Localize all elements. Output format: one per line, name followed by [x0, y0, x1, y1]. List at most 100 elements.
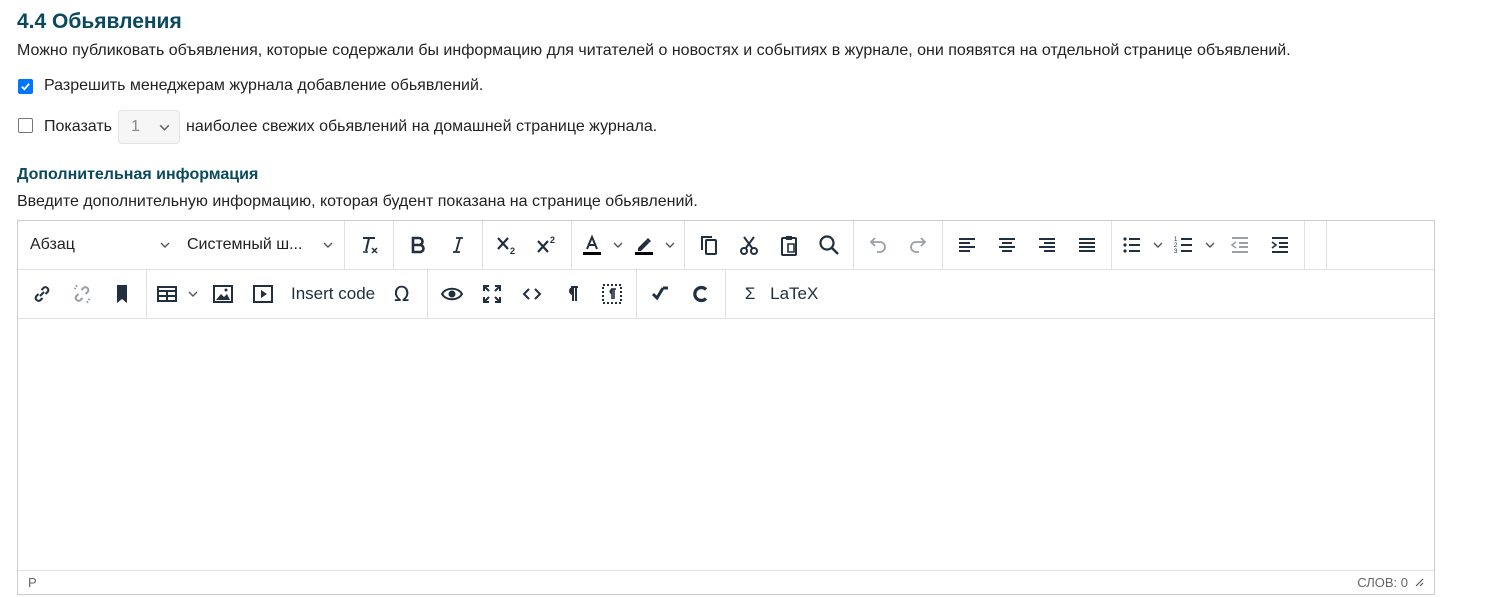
subscript-button[interactable]: 2	[487, 227, 527, 263]
indent-icon	[1271, 237, 1288, 253]
highlight-color-button[interactable]	[628, 227, 680, 263]
unlink-icon	[73, 284, 91, 304]
insert-code-button[interactable]: Insert code	[283, 276, 383, 312]
additional-info-title: Дополнительная информация	[17, 166, 259, 183]
recent-count-select[interactable]: 1	[118, 110, 181, 144]
chevron-down-icon	[160, 242, 170, 248]
c-letter-icon	[693, 285, 708, 303]
superscript-icon: 2	[537, 235, 555, 253]
align-left-button[interactable]	[947, 227, 987, 263]
show-recent-checkbox[interactable]	[18, 117, 33, 133]
table-icon	[157, 286, 177, 302]
bold-button[interactable]	[398, 227, 438, 263]
indent-button[interactable]	[1260, 227, 1300, 263]
code-icon	[522, 288, 542, 300]
bullet-list-icon	[1123, 237, 1140, 253]
special-character-button[interactable]: Ω	[383, 276, 423, 312]
bold-icon	[411, 236, 425, 254]
blocks-dropdown[interactable]: Абзац	[18, 227, 181, 263]
font-family-dropdown[interactable]: Системный ш...	[181, 227, 344, 263]
allow-managers-option: Разрешить менеджерам журнала добавление …	[17, 75, 483, 97]
resize-handle-icon[interactable]	[1414, 575, 1424, 590]
editor-content-area[interactable]	[18, 319, 1434, 570]
font-family-dropdown-label: Системный ш...	[187, 236, 303, 253]
eye-icon	[440, 287, 464, 301]
copy-button[interactable]	[689, 227, 729, 263]
bookmark-icon	[117, 285, 127, 303]
insert-image-button[interactable]	[203, 276, 243, 312]
chevron-down-icon	[323, 242, 333, 248]
toolbar-spacer	[1305, 221, 1327, 269]
clear-formatting-button[interactable]	[349, 227, 389, 263]
clear-formatting-icon	[363, 237, 378, 254]
allow-managers-checkbox[interactable]	[18, 78, 33, 94]
show-recent-suffix: наиболее свежих обьявлений на домашней с…	[186, 118, 658, 135]
image-icon	[213, 285, 233, 303]
accessibility-checker-button[interactable]	[641, 276, 681, 312]
source-code-button[interactable]	[512, 276, 552, 312]
align-center-button[interactable]	[987, 227, 1027, 263]
align-justify-button[interactable]	[1067, 227, 1107, 263]
chevron-down-icon	[1205, 242, 1215, 248]
section-description: Можно публиковать объявления, которые со…	[17, 42, 1291, 59]
cut-button[interactable]	[729, 227, 769, 263]
allow-managers-label[interactable]: Разрешить менеджерам журнала добавление …	[44, 77, 483, 95]
word-count[interactable]: СЛОВ: 0	[1357, 575, 1408, 590]
align-right-button[interactable]	[1027, 227, 1067, 263]
undo-button[interactable]	[858, 227, 898, 263]
highlight-icon	[635, 238, 653, 255]
insert-media-button[interactable]	[243, 276, 283, 312]
pilcrow-icon	[569, 286, 579, 301]
italic-icon	[453, 237, 463, 253]
show-blocks-button[interactable]	[592, 276, 632, 312]
editor-toolbar-row-2: Insert code Ω Σ LaTeX	[18, 270, 1434, 319]
show-invisibles-button[interactable]	[552, 276, 592, 312]
redo-icon	[910, 237, 927, 253]
latex-button[interactable]: LaTeX	[770, 276, 826, 312]
fullscreen-button[interactable]	[472, 276, 512, 312]
editor-statusbar: P СЛОВ: 0	[18, 570, 1434, 594]
copy-icon	[701, 236, 717, 255]
svg-text:3: 3	[1174, 249, 1178, 255]
redo-button[interactable]	[898, 227, 938, 263]
align-center-icon	[999, 238, 1015, 252]
anchor-button[interactable]	[102, 276, 142, 312]
chevron-down-icon	[665, 242, 675, 248]
show-recent-prefix[interactable]: Показать	[44, 118, 112, 136]
preview-button[interactable]	[432, 276, 472, 312]
element-path[interactable]: P	[28, 575, 37, 590]
rich-text-editor: Абзац Системный ш... 2 2 1 2 3 Insert co…	[17, 220, 1435, 595]
text-color-button[interactable]	[576, 227, 628, 263]
clipboard-icon	[781, 236, 797, 256]
table-button[interactable]	[151, 276, 203, 312]
search-replace-button[interactable]	[809, 227, 849, 263]
checkmark-icon	[652, 286, 669, 301]
subscript-icon: 2	[497, 237, 515, 256]
numbered-list-button[interactable]: 123	[1168, 227, 1220, 263]
svg-text:2: 2	[510, 246, 515, 256]
chevron-down-icon	[188, 291, 198, 297]
equation-button[interactable]: Σ	[730, 276, 770, 312]
unlink-button[interactable]	[62, 276, 102, 312]
show-recent-option: Показать 1 наиболее свежих обьявлений на…	[17, 110, 657, 144]
superscript-button[interactable]: 2	[527, 227, 567, 263]
link-icon	[34, 286, 50, 302]
italic-button[interactable]	[438, 227, 478, 263]
section-title: 4.4 Обьявления	[17, 10, 182, 33]
insert-link-button[interactable]	[22, 276, 62, 312]
spellcheck-button[interactable]	[681, 276, 721, 312]
outdent-icon	[1230, 237, 1248, 253]
bullet-list-button[interactable]	[1116, 227, 1168, 263]
outdent-button[interactable]	[1220, 227, 1260, 263]
scissors-icon	[740, 236, 758, 255]
undo-icon	[869, 237, 886, 253]
align-left-icon	[959, 238, 975, 252]
omega-icon: Ω	[394, 282, 409, 306]
fullscreen-icon	[483, 285, 502, 303]
svg-text:Ω: Ω	[394, 282, 409, 306]
svg-text:2: 2	[550, 235, 555, 245]
align-justify-icon	[1079, 238, 1095, 252]
paste-button[interactable]	[769, 227, 809, 263]
additional-info-description: Введите дополнительную информацию, котор…	[17, 193, 698, 210]
chevron-down-icon	[1153, 242, 1163, 248]
